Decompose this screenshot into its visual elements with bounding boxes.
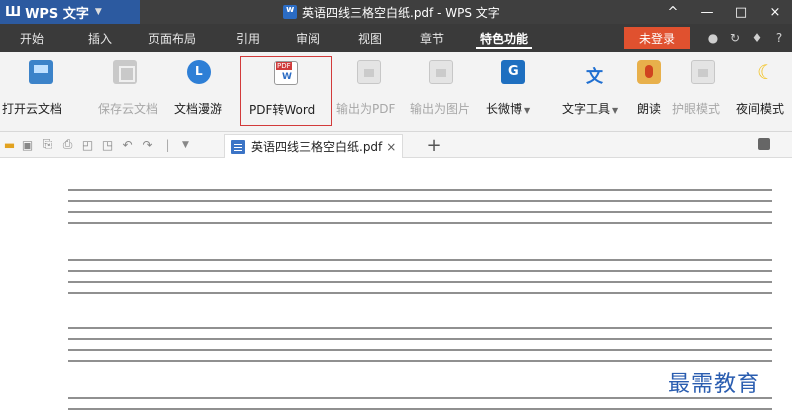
export-pdf-label: 输出为PDF	[336, 102, 396, 116]
open-cloud-icon	[29, 60, 53, 84]
window-title: 英语四线三格空白纸.pdf - WPS 文字	[283, 0, 500, 24]
menu-home[interactable]: 开始	[20, 24, 44, 52]
text-tool-label: 文字工具 ▼	[562, 102, 619, 116]
document-title: 英语四线三格空白纸.pdf - WPS 文字	[302, 5, 500, 20]
login-button[interactable]: 未登录	[624, 27, 690, 49]
chevron-down-icon[interactable]: ▼	[95, 7, 102, 17]
print-icon[interactable]: ⎙	[60, 137, 75, 152]
preview-icon[interactable]: ◳	[100, 137, 115, 152]
long-weibo-label: 长微博 ▼	[486, 102, 531, 116]
export-icon[interactable]: ⎘	[40, 137, 55, 152]
pdf-to-word-icon	[274, 61, 298, 85]
title-bar: Ш WPS 文字 ▼ 英语四线三格空白纸.pdf - WPS 文字 ^ — □ …	[0, 0, 792, 24]
sync-icon[interactable]: ↻	[724, 31, 746, 45]
undo-icon[interactable]: ↶	[120, 137, 135, 152]
document-icon	[231, 139, 245, 154]
doc-roaming-button[interactable]: 文档漫游	[174, 56, 222, 126]
menu-special-features[interactable]: 特色功能	[475, 24, 533, 52]
long-weibo-icon	[501, 60, 525, 84]
doc-roaming-label: 文档漫游	[174, 102, 223, 116]
menu-insert[interactable]: 插入	[88, 24, 112, 52]
open-cloud-doc-button[interactable]: 打开云文档	[2, 56, 62, 126]
pdf-to-word-button[interactable]: PDF转Word	[240, 56, 332, 126]
skin-icon[interactable]: ●	[702, 31, 724, 45]
window-mode-icon[interactable]	[758, 138, 770, 150]
export-image-icon	[429, 60, 453, 84]
minimize-button[interactable]: —	[690, 0, 724, 24]
menu-view[interactable]: 视图	[358, 24, 382, 52]
chevron-down-icon[interactable]: ▼	[612, 106, 618, 115]
night-mode-label: 夜间模式	[736, 102, 785, 116]
divider: |	[165, 137, 170, 152]
menu-review[interactable]: 审阅	[296, 24, 320, 52]
save-icon[interactable]: ▣	[20, 137, 35, 152]
menu-page-layout[interactable]: 页面布局	[148, 24, 196, 52]
chevron-down-icon[interactable]: ▼	[524, 106, 530, 115]
save-cloud-doc-label: 保存云文档	[98, 102, 159, 116]
export-image-label: 输出为图片	[410, 102, 471, 116]
eye-care-label: 护眼模式	[672, 102, 721, 116]
folder-icon[interactable]: ▬	[2, 137, 17, 152]
text-tool-icon	[583, 60, 607, 87]
read-aloud-label: 朗读	[637, 102, 662, 116]
menu-references[interactable]: 引用	[236, 24, 260, 52]
document-icon	[283, 5, 297, 19]
document-page[interactable]: 最需教育	[0, 158, 792, 411]
ribbon: 打开云文档 保存云文档 文档漫游 PDF转Word 输出为PDF 输出为图片 长…	[0, 52, 792, 132]
save-cloud-doc-button[interactable]: 保存云文档	[98, 56, 158, 126]
print-preview-icon[interactable]: ◰	[80, 137, 95, 152]
maximize-button[interactable]: □	[724, 0, 758, 24]
document-tab-bar: ▬ ▣ ⎘ ⎙ ◰ ◳ ↶ ↷ | ▼ 英语四线三格空白纸.pdf × +	[0, 132, 792, 158]
shirt-icon[interactable]: ♦	[746, 31, 768, 45]
night-mode-icon	[753, 60, 777, 84]
export-pdf-button[interactable]: 输出为PDF	[336, 56, 395, 126]
eye-care-icon	[691, 60, 715, 84]
export-pdf-icon	[357, 60, 381, 84]
save-cloud-icon	[113, 60, 137, 84]
new-tab-button[interactable]: +	[424, 134, 444, 156]
help-icon[interactable]: ?	[768, 31, 790, 45]
document-tab[interactable]: 英语四线三格空白纸.pdf ×	[224, 134, 404, 158]
chevron-down-icon[interactable]: ▼	[178, 137, 193, 152]
menu-chapter[interactable]: 章节	[420, 24, 444, 52]
menu-tools: ● ↻ ♦ ?	[702, 24, 790, 52]
night-mode-button[interactable]: 夜间模式	[736, 56, 784, 126]
window-controls: ^ — □ ×	[656, 0, 792, 24]
open-cloud-doc-label: 打开云文档	[2, 102, 63, 116]
read-aloud-icon	[637, 60, 661, 84]
close-tab-icon[interactable]: ×	[386, 140, 396, 154]
document-tab-name: 英语四线三格空白纸.pdf	[251, 140, 383, 154]
text-tool-button[interactable]: 文字工具▼	[562, 56, 618, 126]
long-weibo-button[interactable]: 长微博▼	[486, 56, 530, 126]
redo-icon[interactable]: ↷	[140, 137, 155, 152]
app-name: WPS 文字	[25, 6, 89, 22]
menu-bar: 开始 插入 页面布局 引用 审阅 视图 章节 特色功能 未登录 ● ↻ ♦ ?	[0, 24, 792, 52]
roaming-icon	[187, 60, 211, 84]
read-aloud-button[interactable]: 朗读	[636, 56, 662, 126]
pdf-to-word-label: PDF转Word	[249, 103, 316, 117]
watermark: 最需教育	[668, 372, 761, 397]
wps-logo-icon: Ш	[5, 4, 22, 20]
export-image-button[interactable]: 输出为图片	[410, 56, 470, 126]
close-button[interactable]: ×	[758, 0, 792, 24]
wps-logo[interactable]: Ш WPS 文字 ▼	[0, 0, 102, 24]
ribbon-collapse-button[interactable]: ^	[656, 0, 690, 24]
eye-care-button[interactable]: 护眼模式	[672, 56, 720, 126]
